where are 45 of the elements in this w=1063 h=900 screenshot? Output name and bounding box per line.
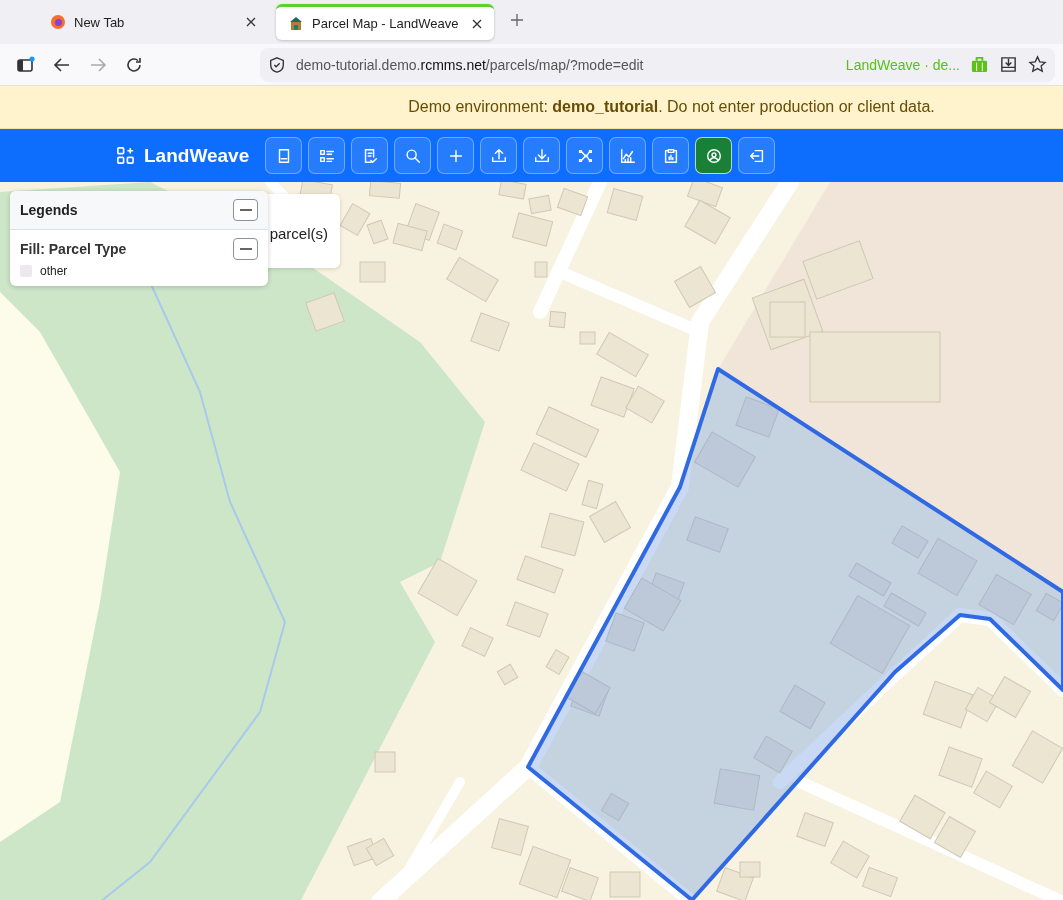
toolbar-button[interactable] (437, 137, 475, 174)
briefcase-icon (970, 55, 989, 74)
close-icon[interactable] (472, 18, 482, 29)
browser-tab[interactable]: Parcel Map - LandWeave (276, 4, 494, 40)
upload-icon (489, 146, 508, 165)
toolbar-button[interactable] (609, 137, 647, 174)
container-label: LandWeave · de... (845, 56, 960, 73)
url-text: demo-tutorial.demo.rcmms.net/parcels/map/?mode=edit (296, 56, 645, 73)
legend-section-title: Fill: Parcel Type (20, 241, 127, 257)
tab-title: New Tab (74, 14, 126, 30)
banner-text: Demo environment: demo_tutorial. Do not enter production or client data. (408, 98, 935, 116)
legend-label: other (40, 264, 68, 278)
shield-icon (268, 55, 286, 74)
house-icon (288, 15, 304, 32)
toolbar-button[interactable] (738, 137, 776, 174)
sidebar-icon[interactable] (16, 54, 36, 75)
download-icon (532, 146, 551, 165)
chart-icon (618, 146, 637, 165)
toolbar-button[interactable] (265, 137, 303, 174)
search-icon (403, 146, 422, 165)
address-bar[interactable]: demo-tutorial.demo.rcmms.net/parcels/map/?mode=edit LandWeave · de... (260, 47, 1055, 82)
collapse-button[interactable] (233, 199, 258, 221)
download-icon[interactable] (999, 55, 1018, 74)
minus-icon (239, 248, 252, 250)
toolbar-button[interactable] (308, 137, 346, 174)
toolbar-button[interactable] (480, 137, 518, 174)
browser-tab[interactable]: New Tab (38, 4, 268, 40)
brand-name[interactable]: LandWeave (144, 144, 250, 167)
minus-icon (239, 209, 252, 211)
toolbar-button[interactable] (652, 137, 690, 174)
info-text: parcel(s) (269, 224, 328, 242)
toolbar-button[interactable] (394, 137, 432, 174)
new-tab-icon[interactable] (510, 13, 524, 27)
toolbar-button[interactable] (695, 137, 733, 174)
star-icon[interactable] (1028, 55, 1047, 74)
toolbar-button[interactable] (566, 137, 604, 174)
legend-title: Legends (20, 202, 78, 218)
parcel-polygon[interactable] (526, 367, 1063, 900)
toolbar-button[interactable] (351, 137, 389, 174)
browser-logo-icon (50, 14, 66, 30)
grid-plus-icon (116, 146, 135, 165)
close-icon[interactable] (246, 17, 256, 27)
collapse-button[interactable] (233, 238, 258, 260)
tab-title: Parcel Map - LandWeave (312, 16, 460, 31)
toolbar-button[interactable] (523, 137, 561, 174)
